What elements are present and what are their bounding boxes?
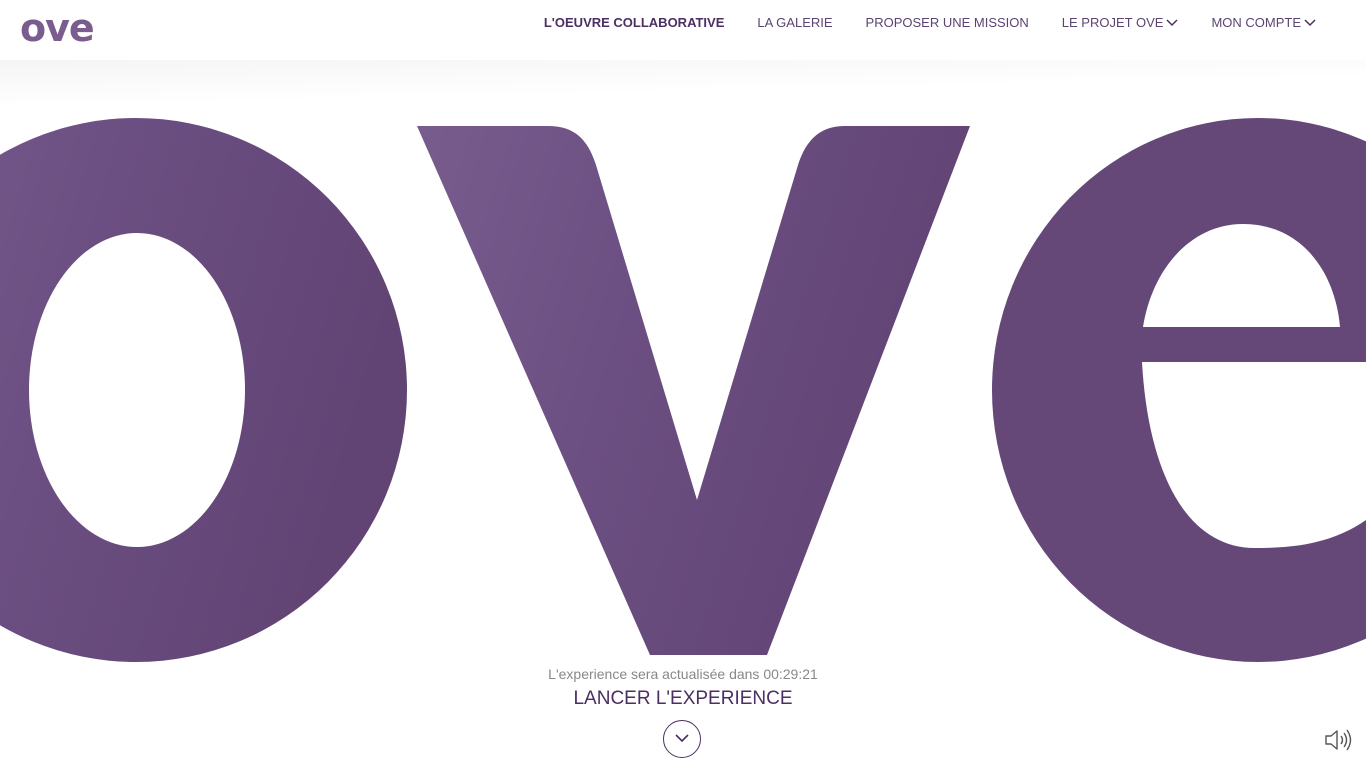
nav-item-label: LA GALERIE — [757, 15, 833, 30]
nav-item-projet-ove[interactable]: LE PROJET OVE — [1062, 14, 1179, 32]
nav-item-label: MON COMPTE — [1211, 15, 1301, 30]
speaker-icon[interactable] — [1324, 728, 1354, 752]
hero-letter-o — [0, 118, 407, 662]
hero-letter-v — [417, 126, 970, 655]
nav-item-label: LE PROJET OVE — [1061, 15, 1164, 30]
chevron-down-icon — [1166, 14, 1178, 32]
chevron-down-icon — [1304, 14, 1316, 32]
nav-item-oeuvre-collaborative[interactable]: L'OEUVRE COLLABORATIVE — [544, 14, 725, 32]
nav-item-label: L'OEUVRE COLLABORATIVE — [543, 15, 725, 30]
scroll-down-button[interactable] — [663, 720, 701, 758]
site-header: ove L'OEUVRE COLLABORATIVE LA GALERIE PR… — [0, 0, 1366, 60]
refresh-countdown-text: L'experience sera actualisée dans 00:29:… — [548, 666, 818, 682]
nav-item-label: PROPOSER UNE MISSION — [865, 15, 1029, 30]
nav-item-galerie[interactable]: LA GALERIE — [757, 14, 832, 32]
nav-item-proposer-mission[interactable]: PROPOSER UNE MISSION — [866, 14, 1029, 32]
hero-ove-letters — [0, 60, 1366, 680]
launch-experience-button[interactable]: LANCER L'EXPERIENCE — [0, 688, 1366, 710]
hero-letter-e — [992, 118, 1366, 662]
main-nav: L'OEUVRE COLLABORATIVE LA GALERIE PROPOS… — [511, 14, 1316, 32]
chevron-down-icon — [675, 730, 689, 748]
nav-item-mon-compte[interactable]: MON COMPTE — [1211, 14, 1316, 32]
site-logo[interactable]: ove — [20, 6, 95, 50]
